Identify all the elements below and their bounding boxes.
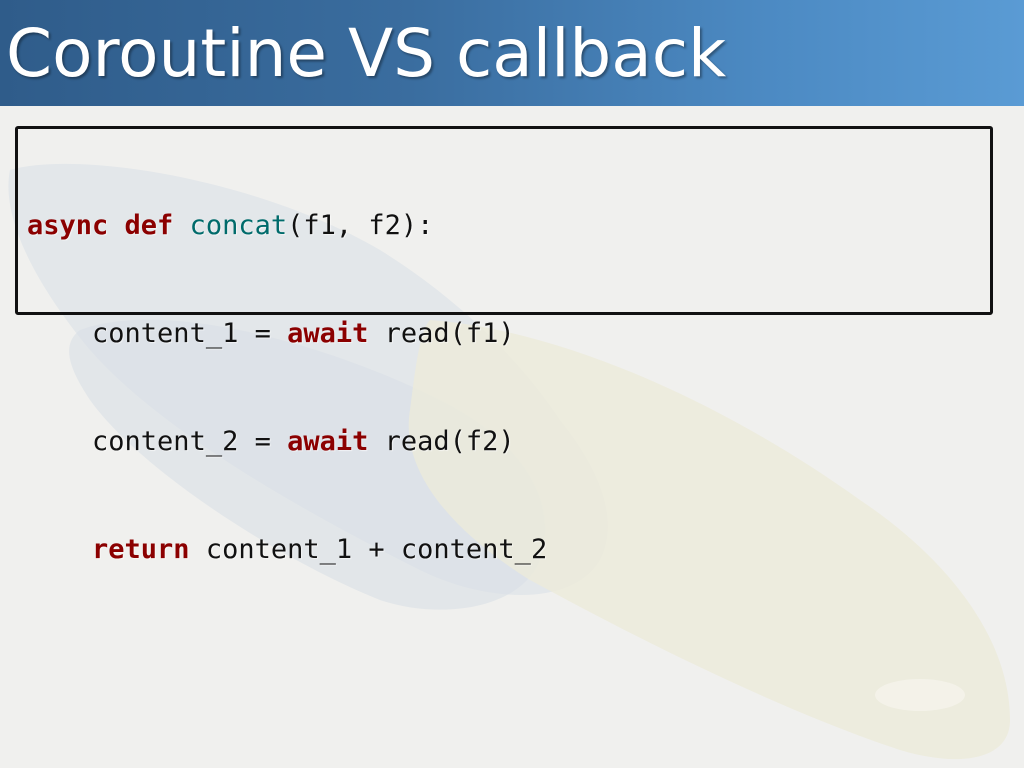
call-read-f1: read(f1) xyxy=(368,318,515,349)
code-line-2: content_1 = await read(f1) xyxy=(27,316,547,352)
code-line-4: return content_1 + content_2 xyxy=(27,532,547,568)
keyword-await-1: await xyxy=(287,318,369,349)
slide-title: Coroutine VS callback xyxy=(6,15,727,92)
assignment-content-2: content_2 = xyxy=(92,426,288,457)
keyword-def: def xyxy=(124,210,174,241)
keyword-return: return xyxy=(92,534,190,565)
code-line-1: async def concat(f1, f2): xyxy=(27,208,547,244)
code-block: async def concat(f1, f2): content_1 = aw… xyxy=(15,126,993,565)
code-listing: async def concat(f1, f2): content_1 = aw… xyxy=(27,136,547,640)
function-signature: (f1, f2): xyxy=(287,210,434,241)
assignment-content-1: content_1 = xyxy=(92,318,288,349)
keyword-await-2: await xyxy=(287,426,369,457)
keyword-async: async xyxy=(27,210,109,241)
call-read-f2: read(f2) xyxy=(368,426,515,457)
return-expression: content_1 + content_2 xyxy=(189,534,548,565)
function-name: concat xyxy=(189,210,288,241)
code-line-3: content_2 = await read(f2) xyxy=(27,424,547,460)
title-bar: Coroutine VS callback xyxy=(0,0,1024,106)
